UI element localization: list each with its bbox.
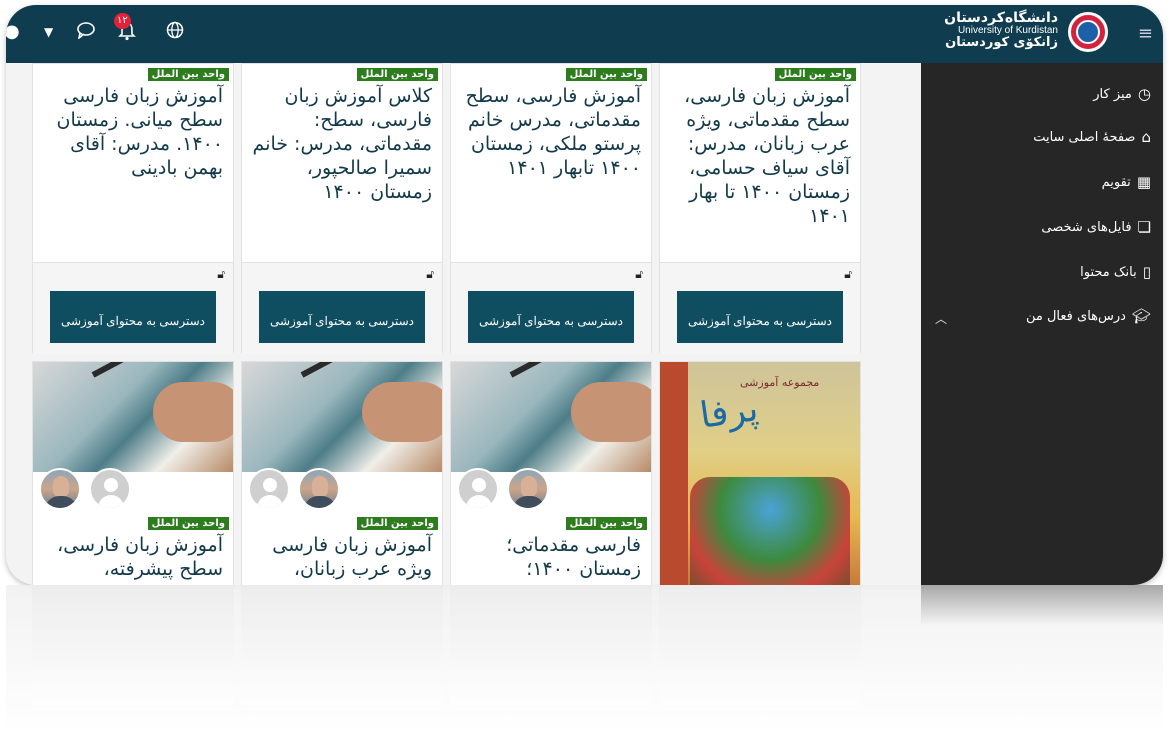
course-card[interactable]: واحد بین الملل کلاس آموزش زبان فارسی، سط… bbox=[241, 63, 443, 354]
access-content-button[interactable]: دسترسی به محتوای آموزشی bbox=[468, 291, 634, 343]
course-grid: واحد بین الملل آموزش زبان فارسی، سطح مقد… bbox=[6, 63, 921, 585]
course-image bbox=[33, 362, 233, 472]
book-title: پرفا bbox=[697, 388, 761, 437]
course-card[interactable]: واحد بین الملل آموزش زبان فارسی سطح میان… bbox=[32, 63, 234, 354]
book-subtitle: مجموعه آموزشی bbox=[740, 376, 820, 389]
dashboard-icon: ◷ bbox=[1137, 85, 1151, 103]
clipboard-icon: ▯ bbox=[1142, 263, 1151, 281]
sidebar-item-private-files[interactable]: ❏ فایل‌های شخصی bbox=[1041, 218, 1151, 236]
home-icon: ⌂ bbox=[1141, 128, 1151, 146]
course-title[interactable]: فارسی مقدماتی؛ زمستان ۱۴۰۰؛ bbox=[459, 533, 641, 581]
course-title[interactable]: آموزش زبان فارسی، سطح مقدماتی، ویژه عرب … bbox=[668, 84, 850, 228]
sidebar-item-content-bank[interactable]: ▯ بانک محتوا bbox=[1080, 263, 1151, 281]
notification-badge: ۱۲ bbox=[114, 13, 131, 29]
category-tag: واحد بین الملل bbox=[147, 517, 229, 530]
sidebar-item-calendar[interactable]: ▦ تقویم bbox=[1102, 173, 1151, 191]
calendar-icon: ▦ bbox=[1136, 173, 1151, 191]
top-navbar: ● ▼ ۱۲ دانشگاه‌کردستان University of Kur… bbox=[6, 5, 1163, 63]
sidebar-item-label: فایل‌های شخصی bbox=[1041, 219, 1132, 235]
category-tag: واحد بین الملل bbox=[147, 68, 229, 81]
browser-frame: ● ▼ ۱۲ دانشگاه‌کردستان University of Kur… bbox=[6, 5, 1163, 585]
teacher-avatar[interactable] bbox=[457, 468, 499, 510]
course-card[interactable]: واحد بین الملل آموزش زبان فارسی، سطح مقد… bbox=[659, 63, 861, 354]
category-tag: واحد بین الملل bbox=[774, 68, 856, 81]
teacher-avatar[interactable] bbox=[248, 468, 290, 510]
brand-title-fa: دانشگاه‌کردستان bbox=[944, 10, 1058, 26]
course-card[interactable]: واحد بین الملل آموزش زبان فارسی، سطح پیش… bbox=[32, 361, 234, 585]
card-footer: 🔓︎ دسترسی به محتوای آموزشی bbox=[33, 262, 233, 354]
user-avatar-icon[interactable]: ● bbox=[6, 21, 20, 42]
access-content-button[interactable]: دسترسی به محتوای آموزشی bbox=[259, 291, 425, 343]
sidebar: ◷ میز کار ⌂ صفحهٔ اصلی سایت ▦ تقویم ❏ فا… bbox=[921, 63, 1163, 585]
course-image bbox=[451, 362, 651, 472]
course-title[interactable]: آموزش فارسی، سطح مقدماتی، مدرس خانم پرست… bbox=[459, 84, 641, 180]
course-card[interactable]: واحد بین الملل آموزش فارسی، سطح مقدماتی،… bbox=[450, 63, 652, 354]
access-content-button[interactable]: دسترسی به محتوای آموزشی bbox=[677, 291, 843, 343]
book-spine bbox=[660, 362, 688, 585]
category-tag: واحد بین الملل bbox=[356, 517, 438, 530]
sidebar-item-dashboard[interactable]: ◷ میز کار bbox=[1093, 85, 1151, 103]
sidebar-item-label: بانک محتوا bbox=[1080, 264, 1137, 280]
globe-icon[interactable] bbox=[166, 21, 184, 44]
lock-icon: 🔓︎ bbox=[217, 267, 225, 281]
hamburger-menu-icon[interactable]: ≡ bbox=[1138, 23, 1153, 44]
university-brand[interactable]: دانشگاه‌کردستان University of Kurdistan … bbox=[944, 11, 1058, 50]
teacher-avatar[interactable] bbox=[39, 468, 81, 510]
caret-down-icon[interactable]: ▼ bbox=[44, 25, 53, 39]
university-logo[interactable] bbox=[1068, 12, 1108, 52]
category-tag: واحد بین الملل bbox=[356, 68, 438, 81]
lock-icon: 🔓︎ bbox=[635, 267, 643, 281]
sidebar-item-label: تقویم bbox=[1101, 174, 1131, 190]
sidebar-item-my-courses[interactable]: 🎓︎ درس‌های فعال من bbox=[1026, 307, 1151, 325]
course-title[interactable]: آموزش زبان فارسی ویژه عرب زبانان، bbox=[250, 533, 432, 581]
course-card-book-cover[interactable]: مجموعه آموزشی پرفا bbox=[659, 361, 861, 585]
card-footer: 🔓︎ دسترسی به محتوای آموزشی bbox=[660, 262, 860, 354]
sidebar-item-label: صفحهٔ اصلی سایت bbox=[1033, 129, 1136, 145]
teacher-avatar[interactable] bbox=[89, 468, 131, 510]
screen-reflection bbox=[6, 585, 1163, 733]
book-illustration bbox=[690, 477, 850, 585]
course-card[interactable]: واحد بین الملل فارسی مقدماتی؛ زمستان ۱۴۰… bbox=[450, 361, 652, 585]
course-title[interactable]: آموزش زبان فارسی، سطح پیشرفته، bbox=[41, 533, 223, 581]
chevron-up-icon[interactable]: ︿ bbox=[935, 310, 947, 327]
card-footer: 🔓︎ دسترسی به محتوای آموزشی bbox=[451, 262, 651, 354]
teacher-avatar[interactable] bbox=[298, 468, 340, 510]
brand-title-ku: زانكۆی كوردستان bbox=[945, 35, 1058, 51]
chat-bubble-icon[interactable] bbox=[76, 21, 96, 44]
course-title[interactable]: آموزش زبان فارسی سطح میانی. زمستان ۱۴۰۰.… bbox=[41, 84, 224, 180]
lock-icon: 🔓︎ bbox=[844, 267, 852, 281]
file-icon: ❏ bbox=[1137, 218, 1151, 236]
category-tag: واحد بین الملل bbox=[565, 517, 647, 530]
lock-icon: 🔓︎ bbox=[426, 267, 434, 281]
course-card[interactable]: واحد بین الملل آموزش زبان فارسی ویژه عرب… bbox=[241, 361, 443, 585]
teacher-avatar[interactable] bbox=[507, 468, 549, 510]
sidebar-item-label: میز کار bbox=[1093, 86, 1132, 102]
card-footer: 🔓︎ دسترسی به محتوای آموزشی bbox=[242, 262, 442, 354]
sidebar-item-home[interactable]: ⌂ صفحهٔ اصلی سایت bbox=[1033, 128, 1151, 146]
graduation-cap-icon: 🎓︎ bbox=[1131, 307, 1151, 325]
course-title[interactable]: کلاس آموزش زبان فارسی، سطح: مقدماتی، مدر… bbox=[250, 84, 432, 204]
access-content-button[interactable]: دسترسی به محتوای آموزشی bbox=[50, 291, 216, 343]
course-image bbox=[242, 362, 442, 472]
sidebar-item-label: درس‌های فعال من bbox=[1026, 308, 1126, 324]
category-tag: واحد بین الملل bbox=[565, 68, 647, 81]
